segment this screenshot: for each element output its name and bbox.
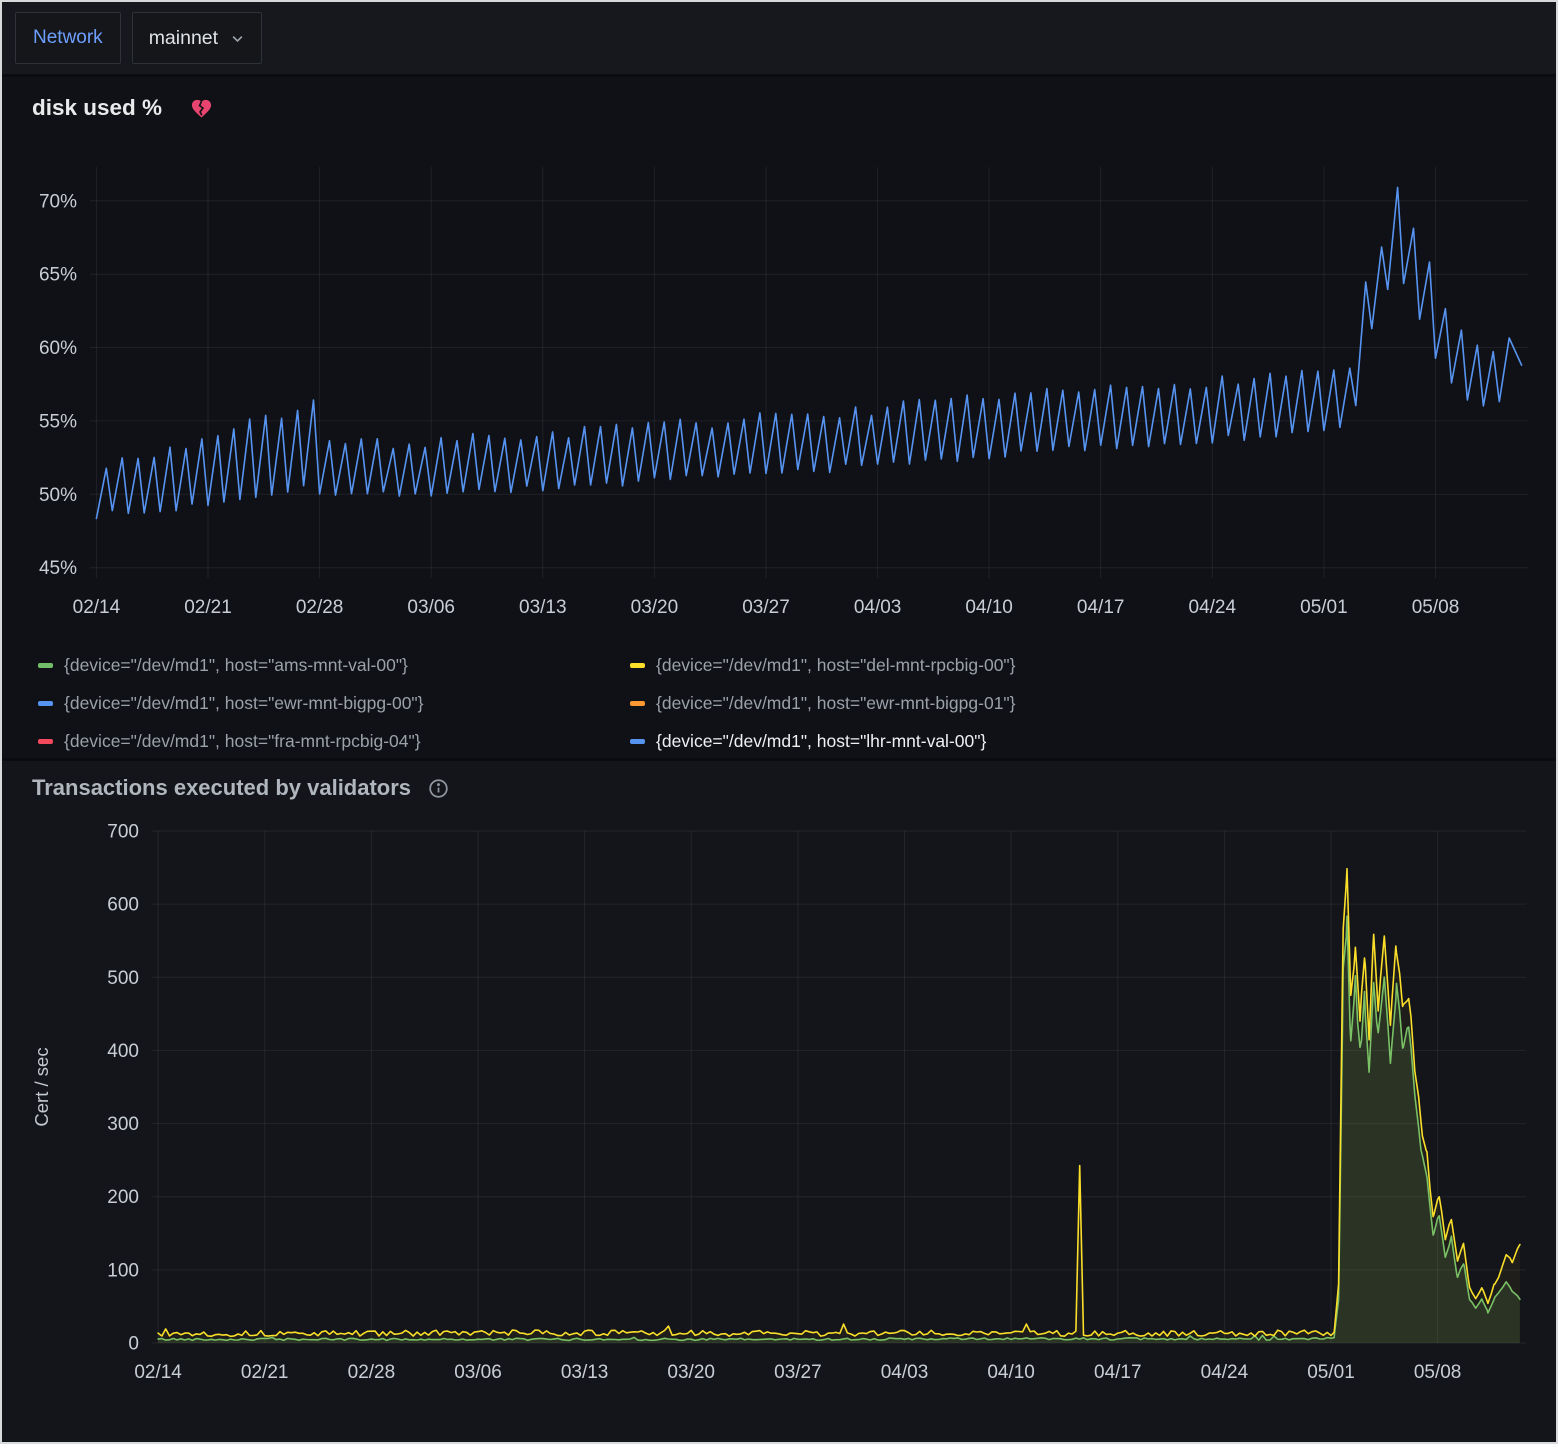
network-value-text: mainnet (149, 27, 218, 50)
transactions-chart[interactable]: 02/14 02/21 02/28 03/06 03/13 03/20 03/27 04/03… (2, 807, 1556, 1412)
legend-label: {device="/dev/md1", host="ewr-mnt-bigpg-… (656, 693, 1016, 714)
panel-header: Transactions executed by validators (2, 761, 1556, 801)
series-color-swatch (630, 739, 645, 744)
network-variable-label: Network (15, 12, 121, 64)
legend-label: {device="/dev/md1", host="fra-mnt-rpcbig… (64, 731, 421, 752)
svg-text:500: 500 (107, 968, 139, 989)
svg-text:05/08: 05/08 (1414, 1362, 1462, 1383)
svg-text:03/20: 03/20 (631, 597, 679, 618)
svg-text:03/06: 03/06 (407, 597, 455, 618)
legend-label: {device="/dev/md1", host="lhr-mnt-val-00… (656, 731, 986, 752)
series-color-swatch (38, 701, 53, 706)
svg-text:700: 700 (107, 822, 139, 843)
svg-text:05/01: 05/01 (1300, 597, 1348, 618)
svg-text:02/21: 02/21 (184, 597, 232, 618)
legend-item[interactable]: {device="/dev/md1", host="ewr-mnt-bigpg-… (38, 693, 630, 714)
svg-text:300: 300 (107, 1114, 139, 1135)
y-axis-label: Cert / sec (31, 1047, 52, 1126)
disk-used-chart[interactable]: 02/14 02/21 02/28 03/06 03/13 03/20 03/27 04/03… (2, 129, 1556, 639)
legend-item[interactable]: {device="/dev/md1", host="ams-mnt-val-00… (38, 655, 630, 676)
svg-text:100: 100 (107, 1260, 139, 1281)
svg-text:65%: 65% (39, 265, 77, 286)
svg-text:03/06: 03/06 (454, 1362, 502, 1383)
legend-item[interactable]: {device="/dev/md1", host="fra-mnt-rpcbig… (38, 731, 630, 752)
svg-text:03/13: 03/13 (519, 597, 567, 618)
svg-text:400: 400 (107, 1041, 139, 1062)
legend-item[interactable]: {device="/dev/md1", host="ewr-mnt-bigpg-… (630, 693, 1556, 714)
variables-bar: Network mainnet (2, 2, 1556, 74)
svg-text:05/01: 05/01 (1307, 1362, 1355, 1383)
network-variable-dropdown[interactable]: mainnet (132, 12, 262, 64)
svg-text:05/08: 05/08 (1412, 597, 1460, 618)
svg-text:03/13: 03/13 (561, 1362, 609, 1383)
svg-text:02/21: 02/21 (241, 1362, 289, 1383)
svg-text:04/10: 04/10 (965, 597, 1013, 618)
panel-title[interactable]: Transactions executed by validators (32, 775, 411, 801)
chart-legend: {device="/dev/md1", host="ams-mnt-val-00… (2, 639, 1556, 752)
series-color-swatch (630, 701, 645, 706)
svg-text:02/28: 02/28 (296, 597, 344, 618)
disk-used-panel: disk used % 02/14 02/21 02/28 03/06 03/13 03/… (2, 77, 1556, 758)
series-color-swatch (38, 739, 53, 744)
transactions-panel: Transactions executed by validators 02/1… (2, 761, 1556, 1442)
svg-text:04/10: 04/10 (987, 1362, 1035, 1383)
legend-label: {device="/dev/md1", host="del-mnt-rpcbig… (656, 655, 1016, 676)
svg-text:02/28: 02/28 (348, 1362, 396, 1383)
legend-label: {device="/dev/md1", host="ewr-mnt-bigpg-… (64, 693, 424, 714)
panel-header: disk used % (2, 77, 1556, 123)
svg-text:55%: 55% (39, 411, 77, 432)
svg-text:50%: 50% (39, 485, 77, 506)
chevron-down-icon (230, 31, 245, 46)
broken-heart-alert-icon[interactable] (190, 97, 213, 120)
svg-text:03/27: 03/27 (742, 597, 790, 618)
svg-text:02/14: 02/14 (134, 1362, 182, 1383)
info-icon[interactable] (428, 778, 449, 799)
series-color-swatch (38, 663, 53, 668)
svg-text:70%: 70% (39, 191, 77, 212)
network-label-text: Network (33, 27, 103, 49)
legend-label: {device="/dev/md1", host="ams-mnt-val-00… (64, 655, 408, 676)
svg-text:0: 0 (128, 1334, 139, 1355)
svg-text:04/24: 04/24 (1201, 1362, 1249, 1383)
svg-text:200: 200 (107, 1187, 139, 1208)
svg-text:04/24: 04/24 (1189, 597, 1237, 618)
svg-text:45%: 45% (39, 558, 77, 579)
svg-text:600: 600 (107, 895, 139, 916)
legend-item[interactable]: {device="/dev/md1", host="del-mnt-rpcbig… (630, 655, 1556, 676)
svg-text:03/27: 03/27 (774, 1362, 822, 1383)
panel-title[interactable]: disk used % (32, 95, 162, 121)
grafana-dashboard: Network mainnet disk used % 02/1402/2102… (0, 0, 1558, 1444)
svg-text:04/17: 04/17 (1077, 597, 1125, 618)
legend-item[interactable]: {device="/dev/md1", host="lhr-mnt-val-00… (630, 731, 1556, 752)
svg-text:02/14: 02/14 (73, 597, 121, 618)
svg-text:04/03: 04/03 (881, 1362, 929, 1383)
series-color-swatch (630, 663, 645, 668)
svg-text:03/20: 03/20 (667, 1362, 715, 1383)
svg-text:04/17: 04/17 (1094, 1362, 1142, 1383)
svg-text:04/03: 04/03 (854, 597, 902, 618)
svg-text:60%: 60% (39, 338, 77, 359)
